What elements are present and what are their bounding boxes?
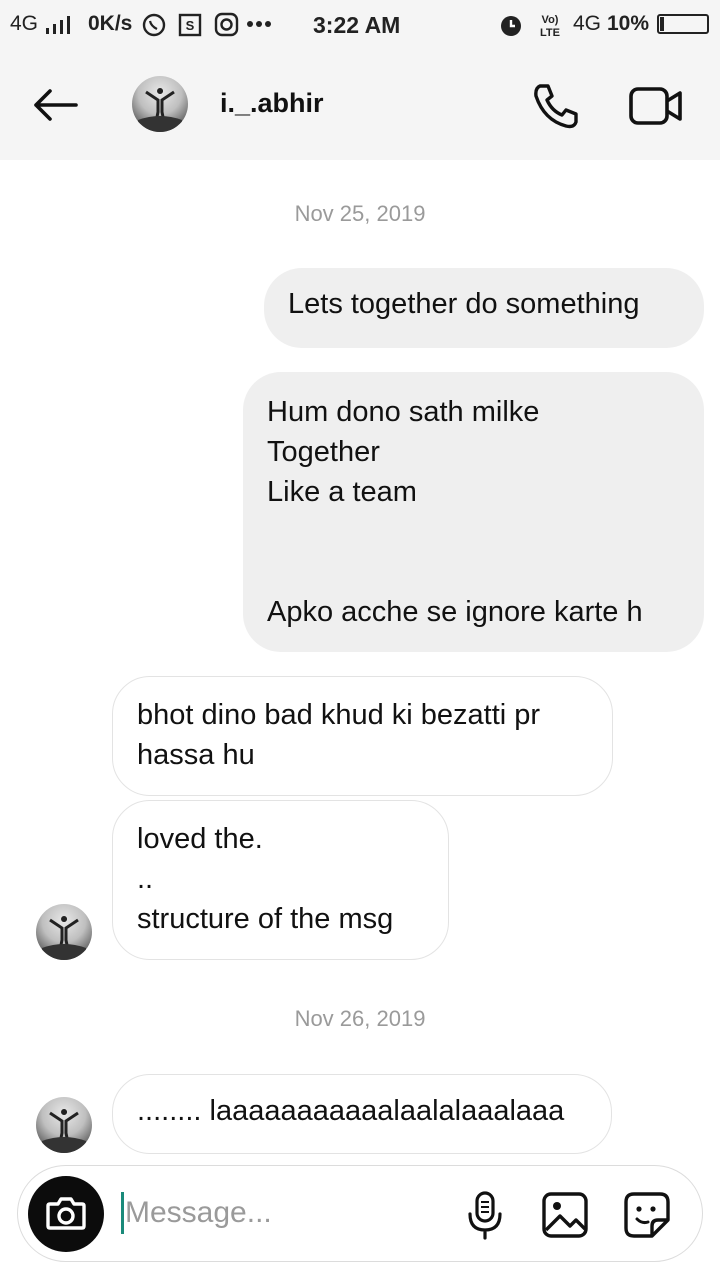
instagram-icon bbox=[214, 12, 239, 37]
incoming-message[interactable]: loved the. .. structure of the msg bbox=[112, 800, 449, 960]
svg-text:LTE: LTE bbox=[540, 27, 560, 38]
contact-username[interactable]: i._.abhir bbox=[220, 88, 324, 119]
status-bar: 4G 0K/s S 3:22 AM Vo) LTE 4G 10% bbox=[0, 0, 720, 50]
outgoing-message[interactable]: Lets together do something bbox=[264, 268, 704, 348]
sender-avatar[interactable] bbox=[36, 1097, 92, 1153]
outgoing-message[interactable]: Hum dono sath milke Together Like a team… bbox=[243, 372, 704, 652]
network-type: 4G bbox=[10, 12, 39, 35]
signal-icon bbox=[46, 16, 70, 34]
network-type-secondary: 4G bbox=[573, 12, 602, 35]
message-input[interactable] bbox=[123, 1188, 453, 1238]
phone-icon[interactable] bbox=[530, 80, 582, 132]
battery-percent: 10% bbox=[607, 12, 650, 35]
microphone-icon[interactable] bbox=[464, 1190, 506, 1240]
battery-icon bbox=[657, 14, 709, 34]
image-icon[interactable] bbox=[540, 1190, 590, 1240]
chat-header: i._.abhir bbox=[0, 50, 720, 160]
more-notifications-icon bbox=[247, 21, 271, 27]
volte-icon: Vo) LTE bbox=[540, 14, 560, 38]
whatsapp-icon bbox=[142, 13, 166, 37]
camera-button[interactable] bbox=[28, 1176, 104, 1252]
camera-icon bbox=[46, 1197, 86, 1230]
sticker-icon[interactable] bbox=[622, 1190, 672, 1240]
contact-avatar[interactable] bbox=[132, 76, 188, 132]
video-camera-icon[interactable] bbox=[628, 84, 684, 128]
incoming-message[interactable]: ........ laaaaaaaaaaalaalalaaalaaa bbox=[112, 1074, 612, 1154]
person-silhouette-icon bbox=[42, 916, 86, 960]
sender-avatar[interactable] bbox=[36, 904, 92, 960]
back-button[interactable] bbox=[28, 85, 84, 125]
status-time: 3:22 AM bbox=[313, 12, 401, 38]
svg-text:S: S bbox=[186, 18, 195, 33]
person-silhouette-icon bbox=[138, 88, 182, 132]
incoming-message[interactable]: bhot dino bad khud ki bezatti pr hassa h… bbox=[112, 676, 613, 796]
alarm-icon bbox=[501, 16, 521, 36]
person-silhouette-icon bbox=[42, 1109, 86, 1153]
message-composer bbox=[17, 1165, 703, 1262]
screenshot-icon: S bbox=[178, 13, 202, 37]
date-separator: Nov 25, 2019 bbox=[294, 201, 426, 226]
date-separator: Nov 26, 2019 bbox=[294, 1006, 426, 1031]
svg-text:Vo): Vo) bbox=[542, 14, 559, 26]
network-speed: 0K/s bbox=[88, 12, 133, 35]
